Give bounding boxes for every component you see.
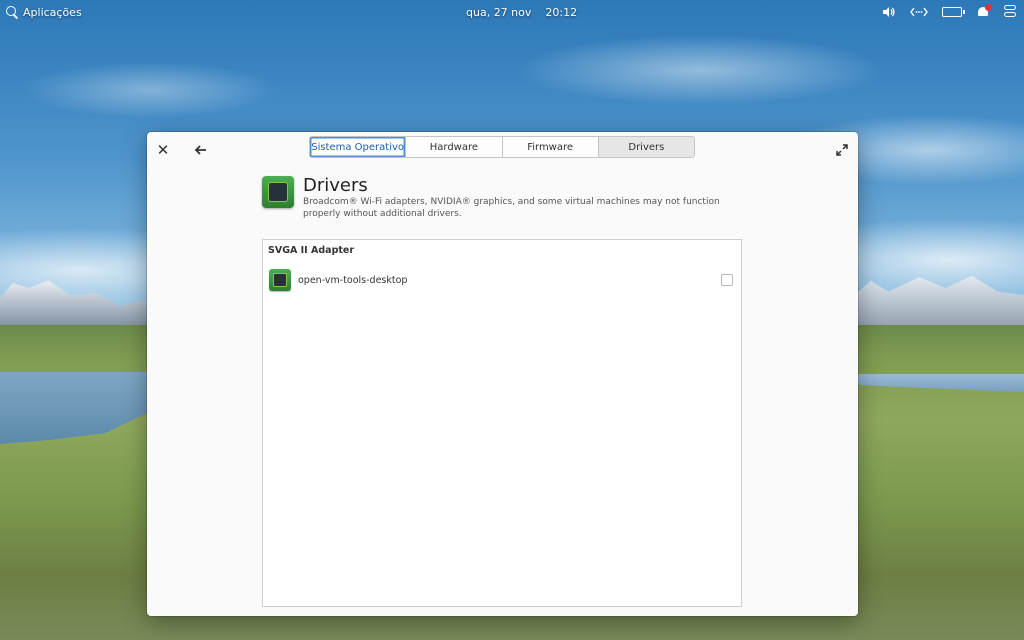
back-button[interactable] bbox=[189, 138, 213, 162]
notification-dot bbox=[985, 4, 992, 11]
page-description: Broadcom® Wi-Fi adapters, NVIDIA® graphi… bbox=[303, 197, 720, 219]
close-button[interactable]: ✕ bbox=[151, 138, 175, 162]
driver-label: open-vm-tools-desktop bbox=[298, 274, 408, 286]
list-item[interactable]: open-vm-tools-desktop bbox=[269, 268, 735, 292]
driver-checkbox[interactable] bbox=[721, 274, 733, 286]
chip-icon bbox=[269, 269, 291, 291]
maximize-button[interactable] bbox=[830, 138, 854, 162]
tab-firmware[interactable]: Firmware bbox=[503, 137, 599, 157]
about-window: ✕ Sistema Operativo Hardware Firmware Dr… bbox=[147, 132, 858, 616]
maximize-icon bbox=[836, 144, 848, 156]
view-switcher: Sistema Operativo Hardware Firmware Driv… bbox=[309, 136, 695, 158]
search-icon bbox=[6, 6, 18, 18]
tab-sistema-operativo[interactable]: Sistema Operativo bbox=[310, 137, 407, 157]
bell-icon[interactable] bbox=[976, 4, 992, 20]
date-label: qua, 27 nov bbox=[466, 5, 532, 19]
time-label: 20:12 bbox=[545, 5, 578, 19]
speaker-icon[interactable] bbox=[882, 4, 896, 20]
tab-drivers[interactable]: Drivers bbox=[598, 137, 694, 157]
back-arrow-icon bbox=[195, 145, 206, 155]
device-heading: SVGA II Adapter bbox=[268, 245, 355, 256]
close-icon: ✕ bbox=[156, 141, 170, 159]
top-panel: Aplicações qua, 27 nov 20:12 bbox=[0, 0, 1024, 24]
page-title: Drivers bbox=[303, 175, 368, 196]
chip-icon bbox=[262, 176, 294, 208]
battery-icon[interactable] bbox=[942, 4, 965, 20]
indicators bbox=[882, 0, 1016, 24]
network-icon[interactable] bbox=[910, 4, 928, 20]
tab-hardware[interactable]: Hardware bbox=[406, 137, 503, 157]
applications-menu[interactable]: Aplicações bbox=[6, 0, 82, 24]
datetime-indicator[interactable]: qua, 27 nov 20:12 bbox=[466, 0, 577, 24]
drivers-list: SVGA II Adapter open-vm-tools-desktop bbox=[262, 239, 742, 607]
toggles-icon[interactable] bbox=[1004, 4, 1016, 20]
applications-label: Aplicações bbox=[23, 5, 82, 19]
